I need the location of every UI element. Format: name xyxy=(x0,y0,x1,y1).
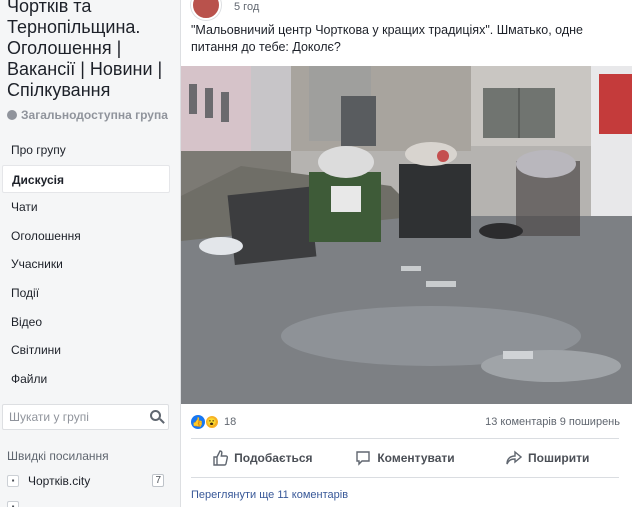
nav-item-photos[interactable]: Світлини xyxy=(2,336,170,365)
comment-button[interactable]: Коментувати xyxy=(334,443,477,473)
post-time[interactable]: 5 год xyxy=(234,1,259,13)
wow-reaction-icon[interactable]: 😮 xyxy=(205,415,219,429)
nav-item-discussion[interactable]: Дискусія xyxy=(2,164,170,194)
nav-item-files[interactable]: Файли xyxy=(2,365,170,394)
group-search xyxy=(2,404,169,430)
comments-shares-count[interactable]: 13 коментарів 9 поширень xyxy=(485,416,620,428)
nav-item-about[interactable]: Про групу xyxy=(2,136,170,165)
post-text: "Мальовничий центр Чорткова у кращих тра… xyxy=(191,23,583,54)
view-more-comments-link[interactable]: Переглянути ще 11 коментарів xyxy=(191,489,348,501)
group-sidebar: Чортків та Тернопільщина. Оголошення | В… xyxy=(0,0,180,507)
like-button[interactable]: Подобається xyxy=(191,443,334,473)
nav-item-members[interactable]: Учасники xyxy=(2,250,170,279)
post-photo[interactable] xyxy=(181,66,632,404)
share-icon xyxy=(506,450,523,465)
thumbs-up-icon xyxy=(213,450,229,466)
page-icon: ▪ xyxy=(7,501,19,507)
quick-links-title: Швидкі посилання xyxy=(7,449,109,463)
comment-button-label: Коментувати xyxy=(377,451,455,465)
nav-item-videos[interactable]: Відео xyxy=(2,308,170,337)
quick-link-count: 7 xyxy=(152,474,164,487)
reactions-count[interactable]: 18 xyxy=(224,416,236,428)
photo-image xyxy=(181,66,632,404)
quick-link-item[interactable]: ▪ Чортків.city 7 xyxy=(7,471,167,491)
group-title[interactable]: Чортків та Тернопільщина. Оголошення | В… xyxy=(7,0,177,101)
search-icon[interactable] xyxy=(150,410,161,421)
divider xyxy=(191,477,619,478)
nav-item-chats[interactable]: Чати xyxy=(2,193,170,222)
group-privacy: Загальнодоступна група xyxy=(7,108,168,122)
group-privacy-label: Загальнодоступна група xyxy=(21,108,168,122)
like-reaction-icon[interactable]: 👍 xyxy=(191,415,205,429)
post-actions: Подобається Коментувати Поширити xyxy=(191,443,619,473)
quick-link-item-partial[interactable]: ▪ xyxy=(7,497,167,507)
share-button[interactable]: Поширити xyxy=(476,443,619,473)
post-card: 5 год "Мальовничий центр Чорткова у кращ… xyxy=(180,0,632,507)
post-stats: 👍 😮 18 13 коментарів 9 поширень xyxy=(181,408,632,438)
comment-icon xyxy=(356,451,371,466)
share-button-label: Поширити xyxy=(528,451,590,465)
globe-icon xyxy=(7,110,17,120)
author-avatar[interactable] xyxy=(191,0,221,20)
group-nav: Про групу Дискусія Чати Оголошення Учасн… xyxy=(2,136,170,393)
divider xyxy=(191,438,619,439)
page-icon: ▪ xyxy=(7,475,19,487)
page: Чортків та Тернопільщина. Оголошення | В… xyxy=(0,0,632,507)
group-search-input[interactable] xyxy=(3,405,143,429)
like-button-label: Подобається xyxy=(234,451,313,465)
nav-item-announcements[interactable]: Оголошення xyxy=(2,222,170,251)
nav-item-events[interactable]: Події xyxy=(2,279,170,308)
quick-link-label: Чортків.city xyxy=(28,474,91,488)
